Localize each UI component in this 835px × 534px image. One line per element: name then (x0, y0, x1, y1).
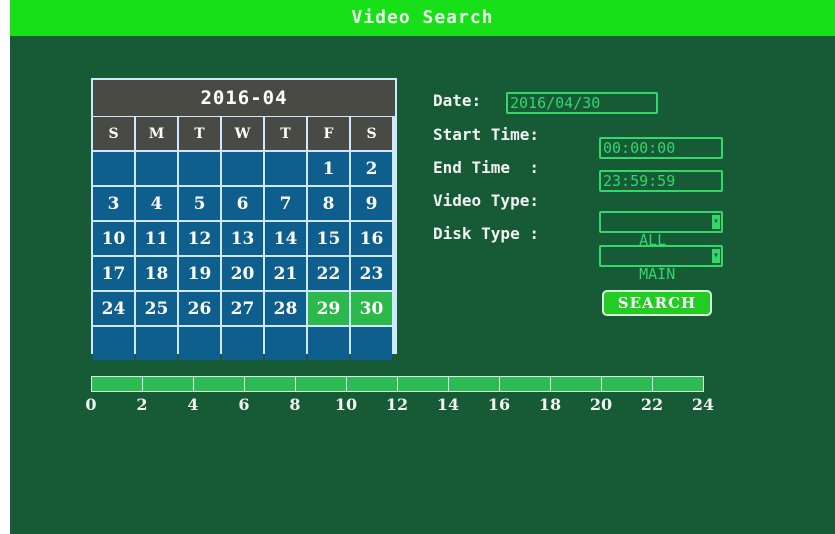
search-button[interactable]: SEARCH (602, 290, 712, 316)
calendar-day[interactable]: 26 (179, 292, 220, 325)
timeline-segment[interactable] (652, 376, 704, 392)
calendar-empty-cell (136, 152, 177, 185)
calendar-day[interactable]: 30 (351, 292, 392, 325)
timeline-segment[interactable] (550, 376, 602, 392)
calendar-day[interactable]: 27 (222, 292, 263, 325)
calendar-day[interactable]: 12 (179, 222, 220, 255)
timeline-segment[interactable] (346, 376, 398, 392)
calendar-day[interactable]: 19 (179, 257, 220, 290)
calendar-day[interactable]: 13 (222, 222, 263, 255)
timeline-tick-label: 12 (385, 395, 409, 414)
calendar-day[interactable]: 7 (265, 187, 306, 220)
timeline-segment[interactable] (295, 376, 347, 392)
calendar-day[interactable]: 1 (308, 152, 349, 185)
calendar-empty-cell (351, 327, 392, 360)
calendar-day[interactable]: 10 (93, 222, 134, 255)
timeline-tick-label: 2 (136, 395, 148, 414)
calendar-day[interactable]: 5 (179, 187, 220, 220)
weekday-header: W (222, 117, 263, 150)
timeline-segment[interactable] (397, 376, 449, 392)
disk-type-label: Disk Type : (433, 224, 539, 243)
calendar: 2016-04 S M T W T F S 1 2 3 4 5 6 7 8 9 10 11 12 13 14 15 16 17… (91, 78, 397, 360)
timeline-segment[interactable] (448, 376, 500, 392)
video-type-label: Video Type: (433, 191, 539, 210)
calendar-day[interactable]: 22 (308, 257, 349, 290)
weekday-header: S (351, 117, 392, 150)
calendar-day[interactable]: 3 (93, 187, 134, 220)
weekday-header: S (93, 117, 134, 150)
calendar-day[interactable]: 29 (308, 292, 349, 325)
calendar-day[interactable]: 11 (136, 222, 177, 255)
timeline-tick-label: 14 (436, 395, 460, 414)
timeline-tick-label: 18 (538, 395, 562, 414)
calendar-day[interactable]: 23 (351, 257, 392, 290)
timeline-segment[interactable] (142, 376, 194, 392)
timeline-segment[interactable] (244, 376, 296, 392)
start-time-field[interactable]: 00:00:00 (599, 137, 723, 159)
weekday-header: T (179, 117, 220, 150)
timeline-tick-label: 6 (238, 395, 250, 414)
calendar-grid: S M T W T F S 1 2 3 4 5 6 7 8 9 10 11 12 13 14 15 16 17 18 19 20 21… (93, 117, 392, 360)
timeline-tick-label: 22 (640, 395, 664, 414)
calendar-day[interactable]: 14 (265, 222, 306, 255)
video-search-screen: Video Search 2016-04 S M T W T F S 1 2 3 4 5 6 7 8 9 10 1… (10, 0, 835, 534)
start-time-label: Start Time: (433, 125, 539, 144)
calendar-day[interactable]: 24 (93, 292, 134, 325)
calendar-empty-cell (179, 327, 220, 360)
dropdown-arrow-icon[interactable]: ▾ (712, 249, 720, 263)
calendar-empty-cell (93, 327, 134, 360)
calendar-empty-cell (265, 327, 306, 360)
calendar-day[interactable]: 6 (222, 187, 263, 220)
end-time-label: End Time : (433, 158, 539, 177)
calendar-empty-cell (265, 152, 306, 185)
timeline-bar[interactable] (91, 376, 704, 394)
dropdown-arrow-icon[interactable]: ▾ (712, 215, 720, 229)
timeline-tick-label: 4 (187, 395, 199, 414)
weekday-header: T (265, 117, 306, 150)
timeline-tick-label: 20 (589, 395, 613, 414)
timeline-segment[interactable] (193, 376, 245, 392)
date-label: Date: (433, 91, 482, 110)
calendar-empty-cell (93, 152, 134, 185)
calendar-day[interactable]: 28 (265, 292, 306, 325)
end-time-field[interactable]: 23:59:59 (599, 170, 723, 192)
timeline-segment[interactable] (601, 376, 653, 392)
page-title: Video Search (10, 0, 835, 36)
timeline-tick-label: 8 (289, 395, 301, 414)
calendar-empty-cell (222, 152, 263, 185)
timeline-tick-label: 10 (334, 395, 358, 414)
timeline-tick-label: 0 (85, 395, 97, 414)
calendar-day[interactable]: 21 (265, 257, 306, 290)
disk-type-select[interactable]: MAIN ▾ (599, 245, 723, 283)
calendar-empty-cell (222, 327, 263, 360)
disk-type-value: MAIN (639, 265, 676, 283)
calendar-day[interactable]: 15 (308, 222, 349, 255)
timeline-tick-label: 24 (691, 395, 715, 414)
calendar-empty-cell (179, 152, 220, 185)
calendar-day[interactable]: 17 (93, 257, 134, 290)
calendar-day[interactable]: 9 (351, 187, 392, 220)
timeline-segment[interactable] (91, 376, 143, 392)
weekday-header: M (136, 117, 177, 150)
calendar-day[interactable]: 4 (136, 187, 177, 220)
calendar-day[interactable]: 8 (308, 187, 349, 220)
calendar-day[interactable]: 2 (351, 152, 392, 185)
calendar-day[interactable]: 16 (351, 222, 392, 255)
timeline-segment[interactable] (499, 376, 551, 392)
weekday-header: F (308, 117, 349, 150)
calendar-empty-cell (136, 327, 177, 360)
calendar-day[interactable]: 18 (136, 257, 177, 290)
timeline-tick-label: 16 (487, 395, 511, 414)
calendar-month-label[interactable]: 2016-04 (93, 80, 395, 116)
calendar-day[interactable]: 25 (136, 292, 177, 325)
calendar-empty-cell (308, 327, 349, 360)
date-field[interactable]: 2016/04/30 (506, 92, 658, 114)
video-type-select[interactable]: ALL ▾ (599, 211, 723, 249)
calendar-day[interactable]: 20 (222, 257, 263, 290)
